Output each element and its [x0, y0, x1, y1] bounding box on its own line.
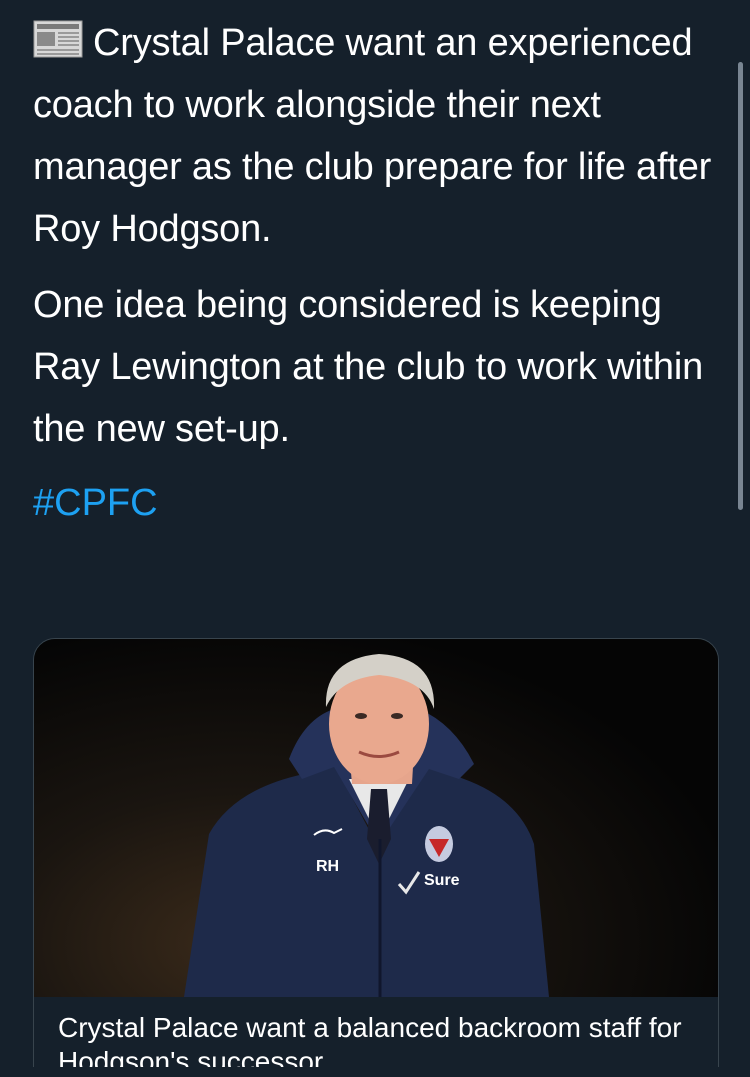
- newspaper-icon: [33, 16, 83, 58]
- sponsor-text: Sure: [424, 872, 460, 889]
- initials-text: RH: [316, 858, 339, 875]
- link-preview-card[interactable]: Sure RH Crystal Palace want a balanced b…: [33, 638, 719, 1077]
- tweet-paragraph-1: Crystal Palace want an experienced coach…: [33, 12, 723, 260]
- hashtag-link[interactable]: #CPFC: [33, 472, 723, 534]
- card-image: Sure RH: [34, 639, 718, 997]
- tweet-paragraph-1-text: Crystal Palace want an experienced coach…: [33, 22, 712, 250]
- tweet-paragraph-2: One idea being considered is keeping Ray…: [33, 284, 704, 450]
- scrollbar[interactable]: [738, 62, 743, 510]
- viewport-bottom-edge: [0, 1067, 750, 1077]
- tweet-body: Crystal Palace want an experienced coach…: [33, 12, 723, 534]
